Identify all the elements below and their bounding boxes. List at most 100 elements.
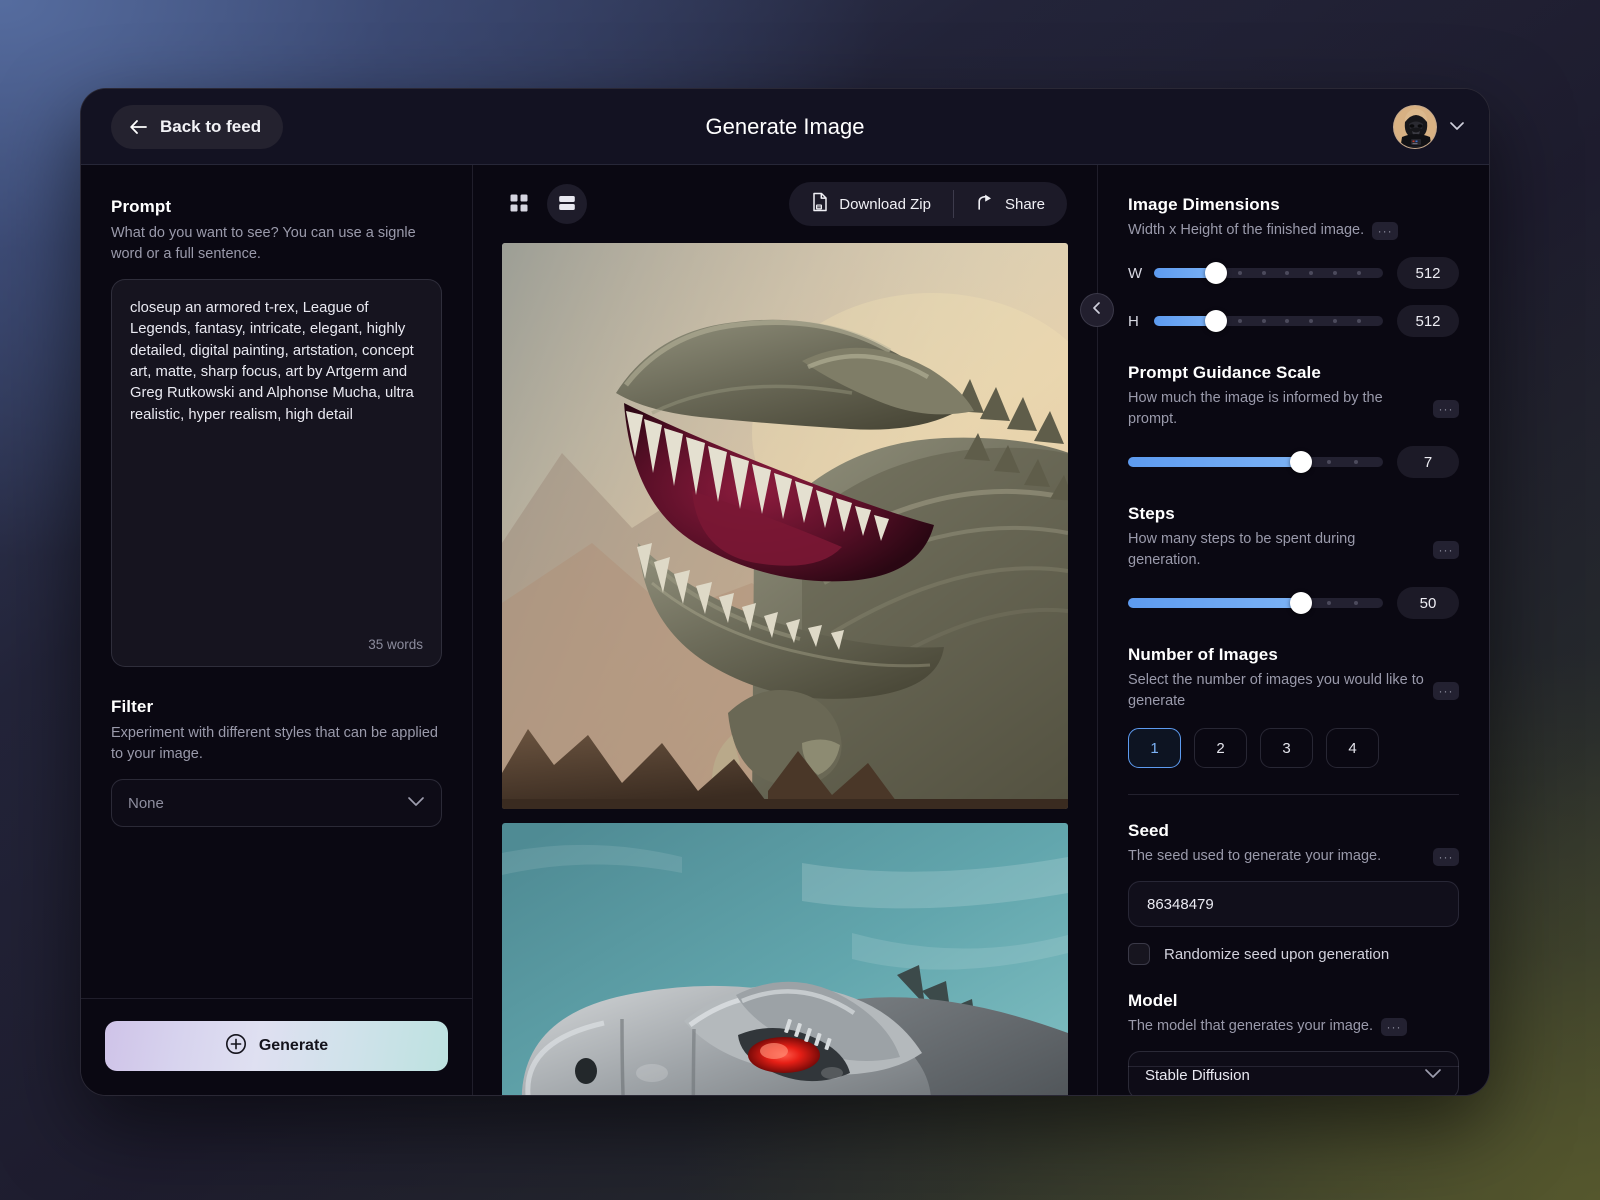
grid-view-icon [510,194,528,215]
model-title: Model [1128,991,1178,1011]
info-dots-icon[interactable]: ··· [1433,847,1459,866]
number-of-images-options: 1 2 3 4 [1128,728,1459,769]
avatar[interactable] [1393,104,1437,149]
randomize-seed-checkbox[interactable] [1128,943,1150,966]
info-dots-icon[interactable]: ··· [1433,541,1459,560]
download-zip-label: Download Zip [839,195,931,213]
image-dimensions-description: Width x Height of the finished image. [1128,222,1365,238]
guidance-value[interactable]: 7 [1397,446,1459,479]
model-select[interactable]: Stable Diffusion [1128,1051,1459,1095]
height-slider[interactable] [1154,310,1383,333]
left-sidebar-footer: Generate [81,998,472,1095]
generate-button[interactable]: Generate [105,1021,448,1071]
steps-slider-row: 50 [1128,587,1459,620]
slider-tick [1353,460,1358,465]
prompt-title: Prompt [111,197,172,216]
slider-tick [1261,271,1266,276]
number-of-images-description: Select the number of images you would li… [1128,672,1424,710]
settings-sidebar: Image Dimensions Width x Height of the f… [1097,165,1489,1095]
height-slider-thumb[interactable] [1204,310,1227,333]
back-to-feed-label: Back to feed [160,116,262,136]
main-content: Prompt What do you want to see? You can … [81,165,1489,1095]
width-slider[interactable] [1154,262,1383,285]
image-gallery [473,243,1097,1095]
settings-bottom-divider [1128,1066,1459,1067]
image-dimensions-section: Image Dimensions Width x Height of the f… [1128,195,1459,338]
width-slider-label: W [1128,264,1143,282]
chevron-down-icon [1424,1066,1442,1084]
slider-tick [1333,271,1338,276]
slider-tick [1357,271,1362,276]
chevron-down-icon [407,794,425,812]
guidance-slider-row: 7 [1128,446,1459,479]
guidance-slider[interactable] [1128,451,1383,474]
number-of-images-option-4[interactable]: 4 [1326,728,1379,769]
prompt-input[interactable]: closeup an armored t-rex, League of Lege… [111,279,442,668]
slider-tick [1353,601,1358,606]
prompt-guidance-description: How much the image is informed by the pr… [1128,390,1383,428]
slider-tick [1285,271,1290,276]
slider-tick [1326,460,1331,465]
number-of-images-title: Number of Images [1128,645,1278,665]
collapse-settings-button[interactable] [1080,293,1114,327]
list-view-icon [558,194,576,215]
filter-selected-value: None [128,794,164,812]
width-value[interactable]: 512 [1397,257,1459,290]
download-zip-button[interactable]: Download Zip [789,182,953,226]
steps-slider[interactable] [1128,592,1383,615]
seed-input[interactable]: 86348479 [1128,881,1459,928]
number-of-images-option-1[interactable]: 1 [1128,728,1181,769]
width-slider-row: W 512 [1128,257,1459,290]
filter-description: Experiment with different styles that ca… [111,725,438,763]
seed-description: The seed used to generate your image. [1128,848,1382,865]
grid-view-toggle[interactable] [499,184,539,224]
filter-select[interactable]: None [111,779,442,828]
prompt-guidance-title: Prompt Guidance Scale [1128,363,1321,383]
prompt-guidance-section: Prompt Guidance Scale How much the image… [1128,363,1459,479]
app-window: Back to feed Generate Image Prompt What … [80,88,1490,1096]
share-button[interactable]: Share [954,182,1067,226]
height-slider-row: H 512 [1128,305,1459,338]
info-dots-icon[interactable]: ··· [1372,221,1399,240]
number-of-images-option-2[interactable]: 2 [1194,728,1247,769]
generated-image-1[interactable] [502,243,1068,809]
prompt-word-count: 35 words [368,637,423,653]
list-view-toggle[interactable] [547,184,587,224]
slider-tick [1309,271,1314,276]
left-sidebar-scroll: Prompt What do you want to see? You can … [81,165,472,998]
generated-image-2[interactable] [502,823,1068,1095]
back-to-feed-button[interactable]: Back to feed [111,104,284,149]
prompt-text-value: closeup an armored t-rex, League of Lege… [130,300,418,423]
slider-tick [1261,319,1266,324]
plus-circle-icon [225,1033,247,1060]
steps-section: Steps How many steps to be spent during … [1128,504,1459,620]
share-label: Share [1004,195,1045,213]
steps-slider-thumb[interactable] [1290,592,1313,615]
results-actions: Download Zip Share [789,182,1067,226]
chevron-left-icon [1091,301,1103,320]
slider-tick [1309,319,1314,324]
user-menu[interactable] [1393,104,1465,149]
slider-tick [1333,319,1338,324]
height-value[interactable]: 512 [1397,305,1459,338]
left-sidebar: Prompt What do you want to see? You can … [81,165,473,1095]
slider-tick [1237,319,1242,324]
steps-value[interactable]: 50 [1397,587,1459,620]
chevron-down-icon[interactable] [1449,118,1465,136]
number-of-images-option-3[interactable]: 3 [1260,728,1313,769]
arrow-left-icon [129,119,148,135]
image-dimensions-title: Image Dimensions [1128,195,1280,214]
randomize-seed-row[interactable]: Randomize seed upon generation [1128,943,1459,966]
info-dots-icon[interactable]: ··· [1381,1017,1408,1036]
filter-title: Filter [111,697,154,717]
height-slider-label: H [1128,312,1139,330]
info-dots-icon[interactable]: ··· [1433,400,1459,419]
guidance-slider-thumb[interactable] [1290,451,1313,474]
info-dots-icon[interactable]: ··· [1433,682,1459,701]
steps-title: Steps [1128,504,1175,524]
slider-tick [1285,319,1290,324]
page-title: Generate Image [705,113,865,139]
width-slider-thumb[interactable] [1204,262,1227,285]
randomize-seed-label: Randomize seed upon generation [1164,945,1390,963]
model-selected-value: Stable Diffusion [1145,1066,1250,1084]
